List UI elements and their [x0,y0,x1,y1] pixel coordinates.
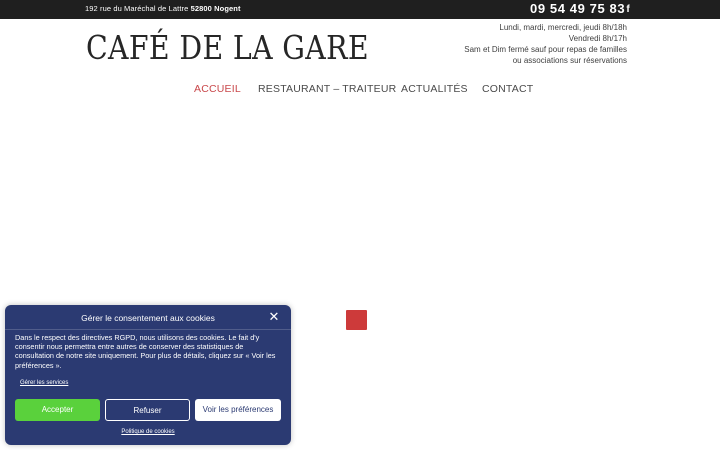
divider [5,329,291,330]
main-nav: ACCUEIL RESTAURANT – TRAITEUR ACTUALITÉS… [0,83,720,97]
opening-hours: Lundi, mardi, mercredi, jeudi 8h/18h Ven… [464,22,627,66]
street-address: 192 rue du Maréchal de Lattre [85,4,189,13]
cookie-dialog-text: Dans le respect des directives RGPD, nou… [15,333,276,370]
phone-number[interactable]: 09 54 49 75 83 [530,1,625,16]
postcode-city: 52800 Nogent [190,4,241,13]
hours-line: Lundi, mardi, mercredi, jeudi 8h/18h [499,23,627,32]
accept-button[interactable]: Accepter [15,399,100,421]
preferences-button[interactable]: Voir les préférences [195,399,281,421]
scroll-top-button[interactable] [346,310,367,330]
cookie-dialog-title: Gérer le consentement aux cookies [81,313,215,323]
nav-item-actualites[interactable]: ACTUALITÉS [401,83,468,95]
cookie-consent-dialog: Gérer le consentement aux cookies ✕ Dans… [5,305,291,445]
nav-item-accueil[interactable]: ACCUEIL [194,83,241,95]
hours-line: ou associations sur réservations [512,56,627,65]
address: 192 rue du Maréchal de Lattre 52800 Noge… [85,4,241,13]
manage-services-link[interactable]: Gérer les services [20,380,68,386]
cookie-policy-link[interactable]: Politique de cookies [5,429,291,435]
hours-line: Vendredi 8h/17h [568,34,627,43]
refuse-button[interactable]: Refuser [105,399,190,421]
nav-item-restaurant-traiteur[interactable]: RESTAURANT – TRAITEUR [258,83,396,95]
close-icon[interactable]: ✕ [268,310,280,324]
hours-line: Sam et Dim fermé sauf pour repas de fami… [464,45,627,54]
top-bar: 192 rue du Maréchal de Lattre 52800 Noge… [0,0,720,19]
site-logo[interactable]: CAFÉ DE LA GARE [86,28,369,68]
facebook-icon[interactable]: f [624,4,632,15]
nav-item-contact[interactable]: CONTACT [482,83,533,95]
